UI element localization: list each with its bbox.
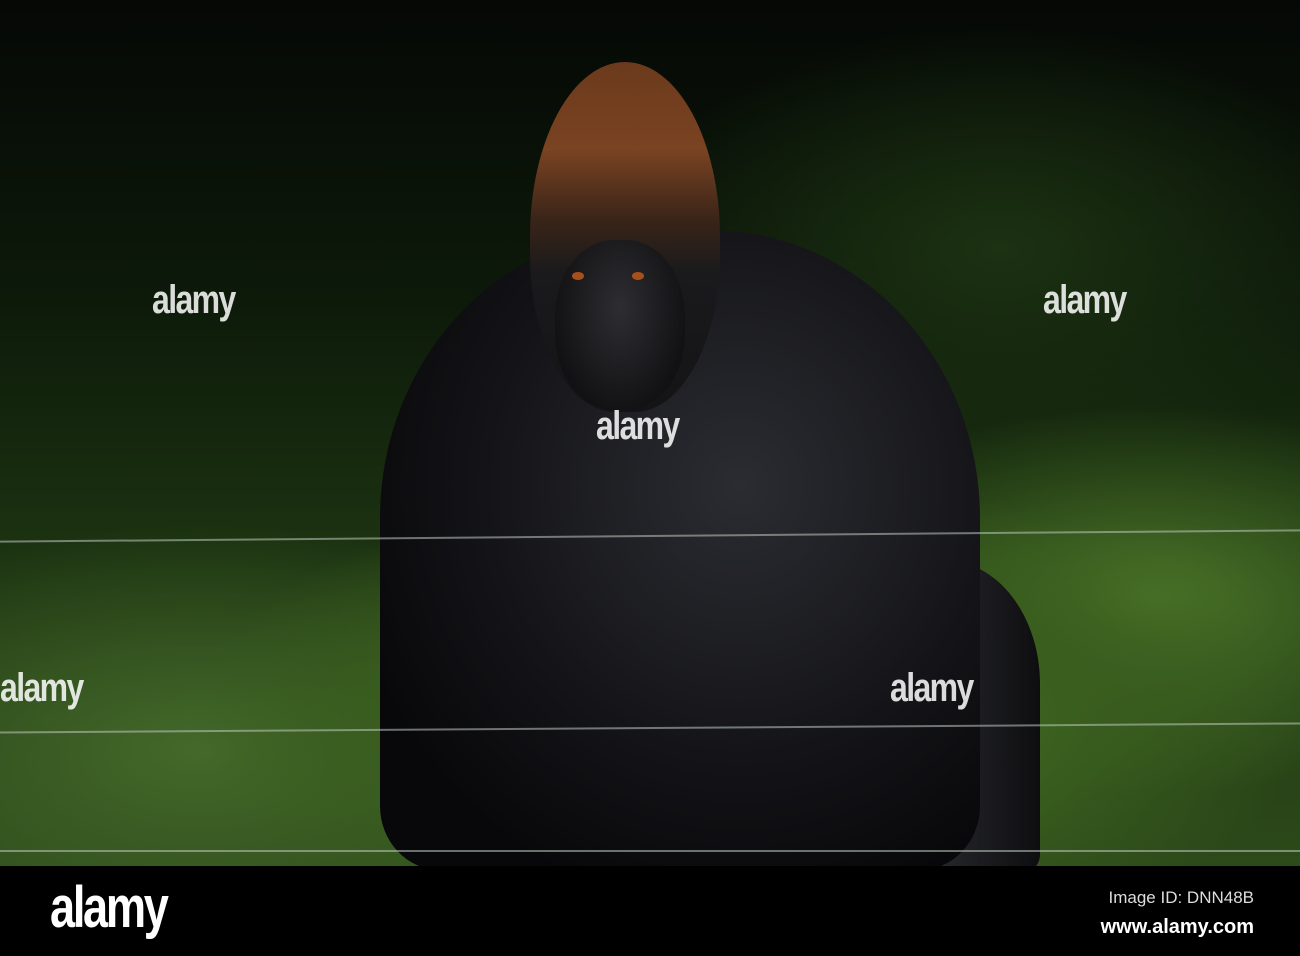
site-url: www.alamy.com bbox=[1100, 916, 1254, 938]
alamy-logo: alamy bbox=[50, 875, 169, 940]
watermark: alamy bbox=[890, 666, 974, 710]
gorilla-eye bbox=[632, 272, 644, 280]
footer-bar: alamy Image ID: DNN48B www.alamy.com bbox=[0, 866, 1300, 956]
gorilla-eye bbox=[572, 272, 584, 280]
watermark: alamy bbox=[1043, 278, 1127, 322]
watermark: alamy bbox=[0, 666, 84, 710]
gorilla-face bbox=[555, 240, 685, 410]
fence-wire bbox=[0, 850, 1300, 852]
gorilla-photo: alamy alamy alamy alamy alamy bbox=[0, 0, 1300, 866]
image-id: Image ID: DNN48B bbox=[1108, 888, 1255, 907]
watermark: alamy bbox=[152, 278, 236, 322]
watermark: alamy bbox=[596, 404, 680, 448]
